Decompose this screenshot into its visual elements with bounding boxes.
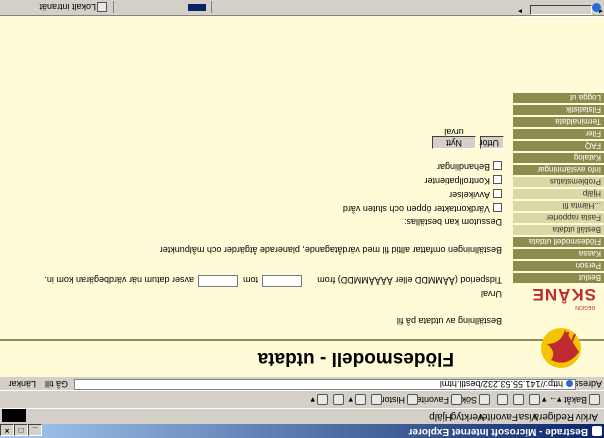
- mail-button[interactable]: ▾: [348, 393, 366, 405]
- sidebar-item-info[interactable]: Info avstämningar: [513, 164, 604, 175]
- menu-verktyg[interactable]: Verktyg: [451, 411, 484, 422]
- favorites-icon: [451, 393, 462, 405]
- checkbox-vardkontakter[interactable]: [493, 203, 502, 212]
- edit-button[interactable]: ▾: [310, 393, 328, 405]
- home-button[interactable]: [495, 393, 508, 405]
- mail-icon: [355, 393, 366, 405]
- sidebar-item-faq[interactable]: FAQ: [513, 140, 604, 151]
- go-button[interactable]: Gå till: [45, 379, 68, 389]
- refresh-icon: [513, 393, 524, 405]
- info-line: Beställningen omfattar alltid fil med vä…: [159, 245, 502, 255]
- ie-icon: [592, 426, 602, 436]
- urval-heading: Urval: [480, 289, 502, 299]
- period-note: avser datum när värdbegäran kom in.: [44, 275, 194, 285]
- intranet-zone-icon: [97, 2, 107, 12]
- forward-button[interactable]: → ▾: [542, 394, 558, 405]
- minimize-button[interactable]: _: [28, 424, 42, 436]
- links-button[interactable]: Länkar: [8, 379, 36, 389]
- sidebar-item-flodesmodell[interactable]: Flödesmodell utdata: [513, 236, 604, 247]
- maximize-button[interactable]: □: [14, 424, 28, 436]
- sidebar-item-katalog[interactable]: Katalog: [513, 152, 604, 163]
- address-input[interactable]: http://141.55.53.232/bestll.html: [74, 379, 576, 390]
- back-arrow-icon: [589, 393, 600, 405]
- search-button[interactable]: Sök: [461, 393, 490, 405]
- menu-redigera[interactable]: Redigera: [533, 411, 574, 422]
- address-url: http://141.55.53.232/bestll.html: [439, 379, 563, 389]
- title-bar: Bestrade - Microsoft Internet Explorer _…: [0, 424, 604, 438]
- checkbox-behandlingar-label: Behandlingar: [436, 162, 490, 172]
- close-button[interactable]: ×: [0, 424, 14, 436]
- search-icon: [479, 393, 490, 405]
- home-icon: [497, 393, 508, 405]
- reset-button[interactable]: Nytt urval: [432, 127, 476, 149]
- checkbox-kontrollpatienter-label: Kontrollpatienter: [424, 176, 490, 186]
- windows-logo-icon: [2, 408, 26, 422]
- order-form: Beställning av utdata på fil Urval Tidsp…: [0, 16, 508, 339]
- logo-subtext: REGION: [575, 304, 595, 310]
- period-label: Tidsperiod (ÅÅMMDD eller ÅÅÅÅMMDD) from: [317, 275, 502, 285]
- region-skane-logo: REGION SKÅNE: [513, 284, 601, 374]
- status-page-icon: [592, 3, 601, 12]
- sidebar-item-terminaldata[interactable]: Terminaldata: [513, 116, 604, 127]
- status-divider: [113, 1, 114, 13]
- media-icon: [371, 393, 382, 405]
- status-divider: [211, 1, 212, 13]
- toolbar: Bakåt ▾ → ▾ Sök Favoriter Historik ▾ ▾: [0, 391, 604, 409]
- extra-heading: Dessutom kan beställas:: [403, 217, 502, 227]
- period-tom-label: tom: [242, 275, 258, 285]
- sidebar-item-fasta-rapporter[interactable]: Fasta rapporter: [513, 212, 604, 223]
- sidebar-item-beslut[interactable]: Beslut: [513, 272, 604, 283]
- page-content: Flödesmodell - utdata REGION SKÅNE Beslu…: [0, 5, 604, 377]
- period-tom-input[interactable]: [198, 275, 238, 287]
- checkbox-kontrollpatienter[interactable]: [493, 175, 502, 184]
- sidebar-item-kassa[interactable]: Kassa: [513, 248, 604, 259]
- checkbox-vardkontakter-label: Värdkontakter öppen och sluten vård: [342, 204, 490, 214]
- menu-hjalp[interactable]: Hjälp: [429, 411, 452, 422]
- menu-bar: Arkiv Redigera Visa Favoriter Verktyg Hj…: [0, 408, 604, 424]
- stop-icon: [529, 393, 540, 405]
- griffin-icon: [541, 328, 581, 368]
- logo-text: SKÅNE: [531, 285, 596, 304]
- window-title: Bestrade - Microsoft Internet Explorer: [408, 426, 588, 437]
- media-button[interactable]: [369, 393, 382, 405]
- checkbox-avvikelser[interactable]: [493, 189, 502, 198]
- status-bar: Lokalt intranät: [0, 0, 604, 16]
- form-intro: Beställning av utdata på fil: [396, 316, 502, 326]
- sidebar-item-problemstatus[interactable]: Problemstatus: [513, 176, 604, 187]
- progress-indicator: [188, 4, 206, 11]
- address-label: Adress: [573, 379, 602, 389]
- checkbox-avvikelser-label: Avvikelser: [449, 190, 490, 200]
- sidebar-item-hjalp[interactable]: Hjälp: [513, 188, 604, 199]
- address-bar: Adress http://141.55.53.232/bestll.html …: [0, 377, 604, 391]
- menu-favoriter[interactable]: Favoriter: [479, 411, 518, 422]
- page-title: Flödesmodell - utdata: [257, 348, 454, 369]
- sidebar: Beslut Person Kassa Flödesmodell utdata …: [513, 5, 604, 283]
- sidebar-item-logga-ut[interactable]: Logga ut: [513, 92, 604, 103]
- page-icon: [566, 380, 573, 387]
- print-icon: [333, 393, 344, 405]
- submit-button[interactable]: Utför: [479, 136, 504, 149]
- menu-arkiv[interactable]: Arkiv: [576, 411, 598, 422]
- favorites-button[interactable]: Favoriter: [413, 393, 462, 405]
- sidebar-item-hamta-fil[interactable]: ...Hämta fil: [513, 200, 604, 211]
- back-button[interactable]: Bakåt ▾: [557, 393, 600, 405]
- security-zone: Lokalt intranät: [39, 2, 96, 12]
- menu-visa[interactable]: Visa: [519, 411, 538, 422]
- browser-window: Bestrade - Microsoft Internet Explorer _…: [0, 0, 604, 438]
- refresh-button[interactable]: [511, 393, 524, 405]
- stop-button[interactable]: [527, 393, 540, 405]
- edit-icon: [317, 393, 328, 405]
- sidebar-item-filer[interactable]: Filer: [513, 128, 604, 139]
- print-button[interactable]: [331, 393, 344, 405]
- sidebar-item-bestall-utdata[interactable]: Beställ utdata: [513, 224, 604, 235]
- period-from-input[interactable]: [262, 275, 302, 287]
- checkbox-behandlingar[interactable]: [493, 161, 502, 170]
- sidebar-item-person[interactable]: Person: [513, 260, 604, 271]
- history-icon: [407, 393, 418, 405]
- sidebar-item-filstatistik[interactable]: Filstatistik: [513, 104, 604, 115]
